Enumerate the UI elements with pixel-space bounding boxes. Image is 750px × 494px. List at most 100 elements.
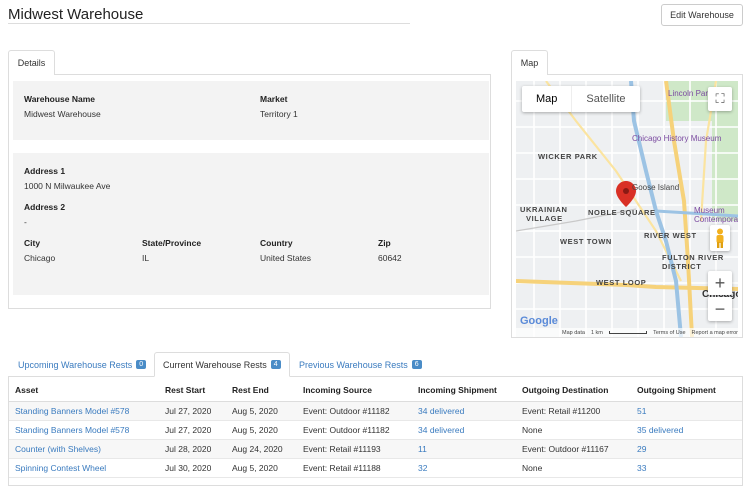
map-label-ukrainian: UKRAINIAN xyxy=(520,205,568,214)
rest-end-cell: Aug 5, 2020 xyxy=(226,401,297,421)
table-row: Counter (with Shelves) Jul 28, 2020 Aug … xyxy=(9,439,742,459)
map-label-noble-square: NOBLE SQUARE xyxy=(588,208,656,217)
asset-link[interactable]: Standing Banners Model #578 xyxy=(9,401,159,421)
map-scale: 1 km xyxy=(590,329,603,336)
asset-link[interactable]: Spinning Contest Wheel xyxy=(9,458,159,478)
map-label-fulton-river: FULTON RIVER xyxy=(662,253,724,262)
incoming-shipment-link[interactable]: 11 xyxy=(412,439,516,459)
warehouse-info-box: Warehouse Name Midwest Warehouse Market … xyxy=(13,81,489,140)
address2-value: - xyxy=(24,217,27,227)
tab-details[interactable]: Details xyxy=(8,50,55,75)
address-box: Address 1 1000 N Milwaukee Ave Address 2… xyxy=(13,153,489,295)
city-label: City xyxy=(24,238,41,248)
outgoing-shipment-link[interactable]: 33 xyxy=(631,458,742,478)
map-scale-bar xyxy=(608,331,648,334)
terms-link[interactable]: Terms of Use xyxy=(653,330,685,336)
incoming-source-cell: Event: Outdoor #11182 xyxy=(297,420,412,440)
rests-table: Asset Rest Start Rest End Incoming Sourc… xyxy=(9,379,742,478)
incoming-shipment-link[interactable]: 32 xyxy=(412,458,516,478)
table-row: Standing Banners Model #578 Jul 27, 2020… xyxy=(9,420,742,440)
state-value: IL xyxy=(142,253,150,263)
outgoing-destination-cell: Event: Outdoor #11167 xyxy=(516,439,631,459)
outgoing-destination-cell: None xyxy=(516,420,631,440)
outgoing-shipment-link[interactable]: 35 delivered xyxy=(631,420,742,440)
map-data-link[interactable]: Map data xyxy=(562,330,585,336)
asset-link[interactable]: Counter (with Shelves) xyxy=(9,439,159,459)
rest-end-cell: Aug 5, 2020 xyxy=(226,420,297,440)
rest-start-cell: Jul 27, 2020 xyxy=(159,401,226,421)
zip-label: Zip xyxy=(378,238,391,248)
map-type-satellite-button[interactable]: Satellite xyxy=(571,86,639,112)
market-label: Market xyxy=(260,94,288,104)
rest-end-cell: Aug 24, 2020 xyxy=(226,439,297,459)
tab-map[interactable]: Map xyxy=(511,50,548,75)
fullscreen-icon[interactable]: ⛶ xyxy=(708,87,732,111)
city-value: Chicago xyxy=(24,253,56,263)
country-value: United States xyxy=(260,253,312,263)
map-label-lincoln-park: Lincoln Park xyxy=(668,89,713,98)
map-label-museum: Museum xyxy=(694,206,725,215)
tab-upcoming-label: Upcoming Warehouse Rests xyxy=(18,359,133,370)
rest-end-cell: Aug 5, 2020 xyxy=(226,458,297,478)
tab-upcoming-rests[interactable]: Upcoming Warehouse Rests 0 xyxy=(10,352,154,377)
tab-previous-count-badge: 6 xyxy=(411,360,422,369)
rests-table-panel: Asset Rest Start Rest End Incoming Sourc… xyxy=(8,376,743,486)
zoom-out-icon[interactable]: − xyxy=(708,297,732,321)
outgoing-shipment-link[interactable]: 29 xyxy=(631,439,742,459)
rest-start-cell: Jul 28, 2020 xyxy=(159,439,226,459)
column-header-rest-start[interactable]: Rest Start xyxy=(159,379,226,402)
state-label: State/Province xyxy=(142,238,202,248)
map-type-control: Map Satellite xyxy=(522,86,640,112)
map-view[interactable]: Lincoln Park Chicago History Museum WICK… xyxy=(516,81,738,337)
column-header-rest-end[interactable]: Rest End xyxy=(226,379,297,402)
address2-label: Address 2 xyxy=(24,202,66,212)
outgoing-destination-cell: Event: Retail #11200 xyxy=(516,401,631,421)
tab-current-rests[interactable]: Current Warehouse Rests 4 xyxy=(154,352,290,377)
column-header-incoming-source[interactable]: Incoming Source xyxy=(297,379,412,402)
incoming-shipment-link[interactable]: 34 delivered xyxy=(412,401,516,421)
column-header-incoming-shipment[interactable]: Incoming Shipment xyxy=(412,379,516,402)
column-header-outgoing-shipment[interactable]: Outgoing Shipment xyxy=(631,379,742,402)
map-type-map-button[interactable]: Map xyxy=(522,86,571,112)
incoming-shipment-link[interactable]: 34 delivered xyxy=(412,420,516,440)
address1-value: 1000 N Milwaukee Ave xyxy=(24,181,111,191)
map-label-contemporary: Contemporar xyxy=(694,215,738,224)
report-map-error-link[interactable]: Report a map error xyxy=(692,330,738,336)
page-title: Midwest Warehouse xyxy=(8,6,144,23)
map-panel: Lincoln Park Chicago History Museum WICK… xyxy=(511,74,743,338)
asset-link[interactable]: Standing Banners Model #578 xyxy=(9,420,159,440)
country-label: Country xyxy=(260,238,293,248)
map-label-history-museum: Chicago History Museum xyxy=(632,134,722,143)
incoming-source-cell: Event: Retail #11188 xyxy=(297,458,412,478)
map-label-village: VILLAGE xyxy=(526,214,563,223)
map-label-goose-island: Goose Island xyxy=(632,183,680,192)
incoming-source-cell: Event: Outdoor #11182 xyxy=(297,401,412,421)
incoming-source-cell: Event: Retail #11193 xyxy=(297,439,412,459)
address1-label: Address 1 xyxy=(24,166,66,176)
table-row: Spinning Contest Wheel Jul 30, 2020 Aug … xyxy=(9,458,742,478)
rest-start-cell: Jul 27, 2020 xyxy=(159,420,226,440)
details-panel: Warehouse Name Midwest Warehouse Market … xyxy=(8,74,491,309)
tab-current-count-badge: 4 xyxy=(270,360,281,369)
outgoing-shipment-link[interactable]: 51 xyxy=(631,401,742,421)
outgoing-destination-cell: None xyxy=(516,458,631,478)
tab-previous-rests[interactable]: Previous Warehouse Rests 6 xyxy=(291,352,430,377)
map-label-wicker-park: WICKER PARK xyxy=(538,152,598,161)
column-header-outgoing-destination[interactable]: Outgoing Destination xyxy=(516,379,631,402)
tab-previous-label: Previous Warehouse Rests xyxy=(299,359,408,370)
tab-upcoming-count-badge: 0 xyxy=(136,360,147,369)
google-logo: Google xyxy=(520,315,558,327)
market-value: Territory 1 xyxy=(260,109,298,119)
street-view-pegman-icon[interactable] xyxy=(710,225,730,251)
edit-warehouse-button[interactable]: Edit Warehouse xyxy=(661,4,743,26)
map-label-west-town: WEST TOWN xyxy=(560,237,612,246)
zip-value: 60642 xyxy=(378,253,402,263)
map-label-river-west: RIVER WEST xyxy=(644,231,697,240)
zoom-in-icon[interactable]: + xyxy=(708,271,732,295)
rest-start-cell: Jul 30, 2020 xyxy=(159,458,226,478)
map-label-district: DISTRICT xyxy=(662,262,702,271)
title-divider xyxy=(8,23,410,24)
column-header-asset[interactable]: Asset xyxy=(9,379,159,402)
map-label-west-loop: WEST LOOP xyxy=(596,278,647,287)
warehouse-name-label: Warehouse Name xyxy=(24,94,96,104)
